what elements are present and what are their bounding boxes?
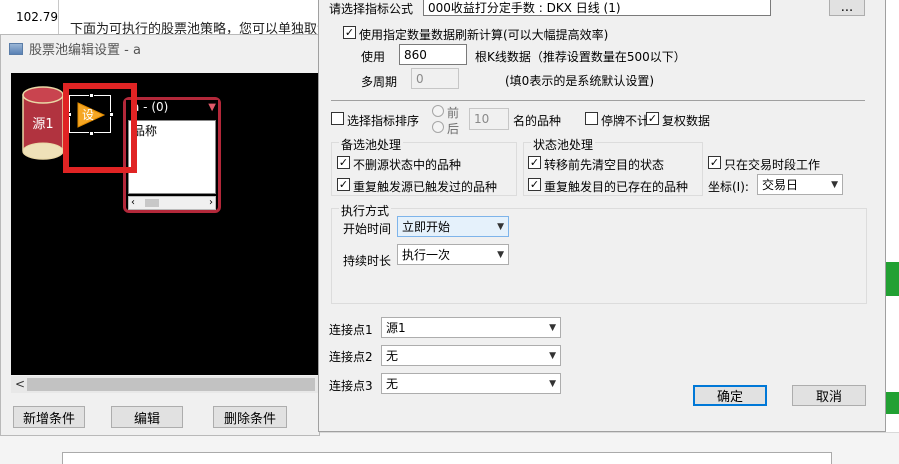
- coordinate-select[interactable]: 交易日 ▼: [757, 174, 843, 195]
- adjust-label: 复权数据: [662, 114, 711, 128]
- multi-period-input[interactable]: 0: [411, 68, 459, 89]
- candidate-retrigger-checkbox[interactable]: ✓: [337, 178, 350, 191]
- selection-highlight: [63, 83, 137, 173]
- duration-select-value: 执行一次: [402, 248, 451, 262]
- sort-front-label: 前: [447, 106, 460, 120]
- formula-label: 请选择指标公式: [329, 2, 414, 16]
- sort-back-label: 后: [447, 122, 460, 136]
- pool-window-title-text: 股票池编辑设置 - a: [29, 43, 141, 58]
- state-retrigger-checkbox[interactable]: ✓: [528, 178, 541, 191]
- use-label: 使用: [361, 50, 386, 64]
- use-data-count-checkbox[interactable]: ✓: [343, 26, 356, 39]
- sort-label: 选择指标排序: [347, 114, 420, 128]
- connection-label-2: 连接点2: [329, 350, 373, 364]
- chevron-down-icon: ▼: [497, 221, 504, 232]
- connection-label-1: 连接点1: [329, 323, 373, 337]
- chart-green-bar: [885, 392, 899, 414]
- chevron-right-icon[interactable]: ›: [209, 197, 213, 208]
- connection-select-3-value: 无: [386, 377, 399, 391]
- pool-window-icon: [9, 42, 23, 55]
- pool-panel-list[interactable]: 品称: [128, 120, 216, 194]
- add-condition-button[interactable]: 新增条件: [13, 406, 85, 428]
- pool-editor-window: 股票池编辑设置 - a 源1 设 a - (0) ▼ 品称 ‹ › < 新增条件…: [0, 34, 321, 436]
- connection-select-2[interactable]: 无 ▼: [381, 345, 561, 366]
- candidate-keep-source-checkbox[interactable]: ✓: [337, 156, 350, 169]
- formula-field[interactable]: 000收益打分定手数 : DKX 日线 (1): [423, 0, 771, 16]
- source-database-icon[interactable]: 源1: [21, 85, 65, 165]
- multi-period-hint: (填0表示的是系统默认设置): [505, 74, 654, 88]
- chevron-down-icon: ▼: [549, 350, 556, 361]
- duration-select[interactable]: 执行一次 ▼: [397, 244, 509, 265]
- start-time-select-value: 立即开始: [402, 220, 451, 234]
- scroll-thumb[interactable]: [145, 199, 159, 207]
- duration-label: 持续时长: [343, 254, 392, 268]
- settings-dialog: 请选择指标公式 000收益打分定手数 : DKX 日线 (1) ... ✓ 使用…: [318, 0, 886, 432]
- use-count-hint: 根K线数据（推荐设置数量在500以下）: [475, 50, 686, 64]
- state-clear-target-checkbox[interactable]: ✓: [528, 156, 541, 169]
- pool-panel-title-text: a - (0): [132, 100, 169, 114]
- panel-menu-icon[interactable]: ▼: [208, 102, 216, 113]
- list-item: 品称: [133, 124, 158, 138]
- sort-checkbox[interactable]: [331, 112, 344, 125]
- connection-select-1-value: 源1: [386, 321, 406, 335]
- state-pool-title: 状态池处理: [531, 136, 596, 153]
- candidate-keep-source-label: 不删源状态中的品种: [353, 158, 462, 172]
- suspend-label: 停牌不计: [601, 114, 650, 128]
- chart-green-bar: [885, 262, 899, 296]
- source-node-label: 源1: [32, 117, 54, 132]
- connection-select-1[interactable]: 源1 ▼: [381, 317, 561, 338]
- scroll-left-icon[interactable]: <: [15, 376, 25, 393]
- sort-front-radio[interactable]: [432, 105, 444, 117]
- cancel-button[interactable]: 取消: [792, 385, 866, 406]
- background-bottom-frame: [62, 452, 832, 464]
- background-price-text: 102.79: [16, 10, 58, 24]
- adjust-checkbox[interactable]: ✓: [646, 112, 659, 125]
- candidate-pool-title: 备选池处理: [339, 136, 404, 153]
- chevron-left-icon[interactable]: ‹: [131, 197, 135, 208]
- state-clear-target-label: 转移前先清空目的状态: [544, 158, 665, 172]
- ok-button[interactable]: 确定: [693, 385, 767, 406]
- execution-title: 执行方式: [339, 202, 392, 219]
- connection-select-2-value: 无: [386, 349, 399, 363]
- start-time-select[interactable]: 立即开始 ▼: [397, 216, 509, 237]
- formula-browse-button[interactable]: ...: [829, 0, 865, 16]
- chevron-down-icon: ▼: [831, 179, 838, 190]
- chevron-down-icon: ▼: [549, 378, 556, 389]
- use-count-input[interactable]: 860: [399, 44, 467, 65]
- sort-suffix: 名的品种: [513, 114, 562, 128]
- use-data-count-label: 使用指定数量数据刷新计算(可以大幅提高效率): [359, 28, 609, 42]
- scroll-thumb[interactable]: [27, 378, 315, 391]
- divider: [331, 100, 865, 101]
- chevron-down-icon: ▼: [497, 249, 504, 260]
- pool-node-panel[interactable]: a - (0) ▼ 品称 ‹ ›: [123, 97, 221, 213]
- sort-count-input[interactable]: 10: [469, 108, 509, 130]
- start-time-label: 开始时间: [343, 222, 392, 236]
- multi-period-label: 多周期: [361, 75, 398, 89]
- sort-back-radio[interactable]: [432, 121, 444, 133]
- canvas-horizontal-scrollbar[interactable]: <: [11, 376, 321, 393]
- flow-canvas[interactable]: 源1 设 a - (0) ▼ 品称 ‹ ›: [11, 73, 321, 375]
- pool-window-title: 股票池编辑设置 - a: [9, 39, 141, 58]
- coordinate-label: 坐标(I):: [708, 180, 749, 194]
- coordinate-select-value: 交易日: [762, 178, 799, 192]
- trade-time-only-checkbox[interactable]: ✓: [708, 156, 721, 169]
- chevron-down-icon: ▼: [549, 322, 556, 333]
- delete-condition-button[interactable]: 删除条件: [213, 406, 287, 428]
- connection-label-3: 连接点3: [329, 379, 373, 393]
- pool-panel-scrollbar[interactable]: ‹ ›: [128, 196, 216, 210]
- trade-time-only-label: 只在交易时段工作: [724, 158, 821, 172]
- suspend-checkbox[interactable]: [585, 112, 598, 125]
- edit-button[interactable]: 编辑: [111, 406, 183, 428]
- state-retrigger-label: 重复触发目的已存在的品种: [544, 180, 689, 194]
- pool-panel-title: a - (0) ▼: [126, 100, 218, 118]
- candidate-retrigger-label: 重复触发源已触发过的品种: [353, 180, 498, 194]
- connection-select-3[interactable]: 无 ▼: [381, 373, 561, 394]
